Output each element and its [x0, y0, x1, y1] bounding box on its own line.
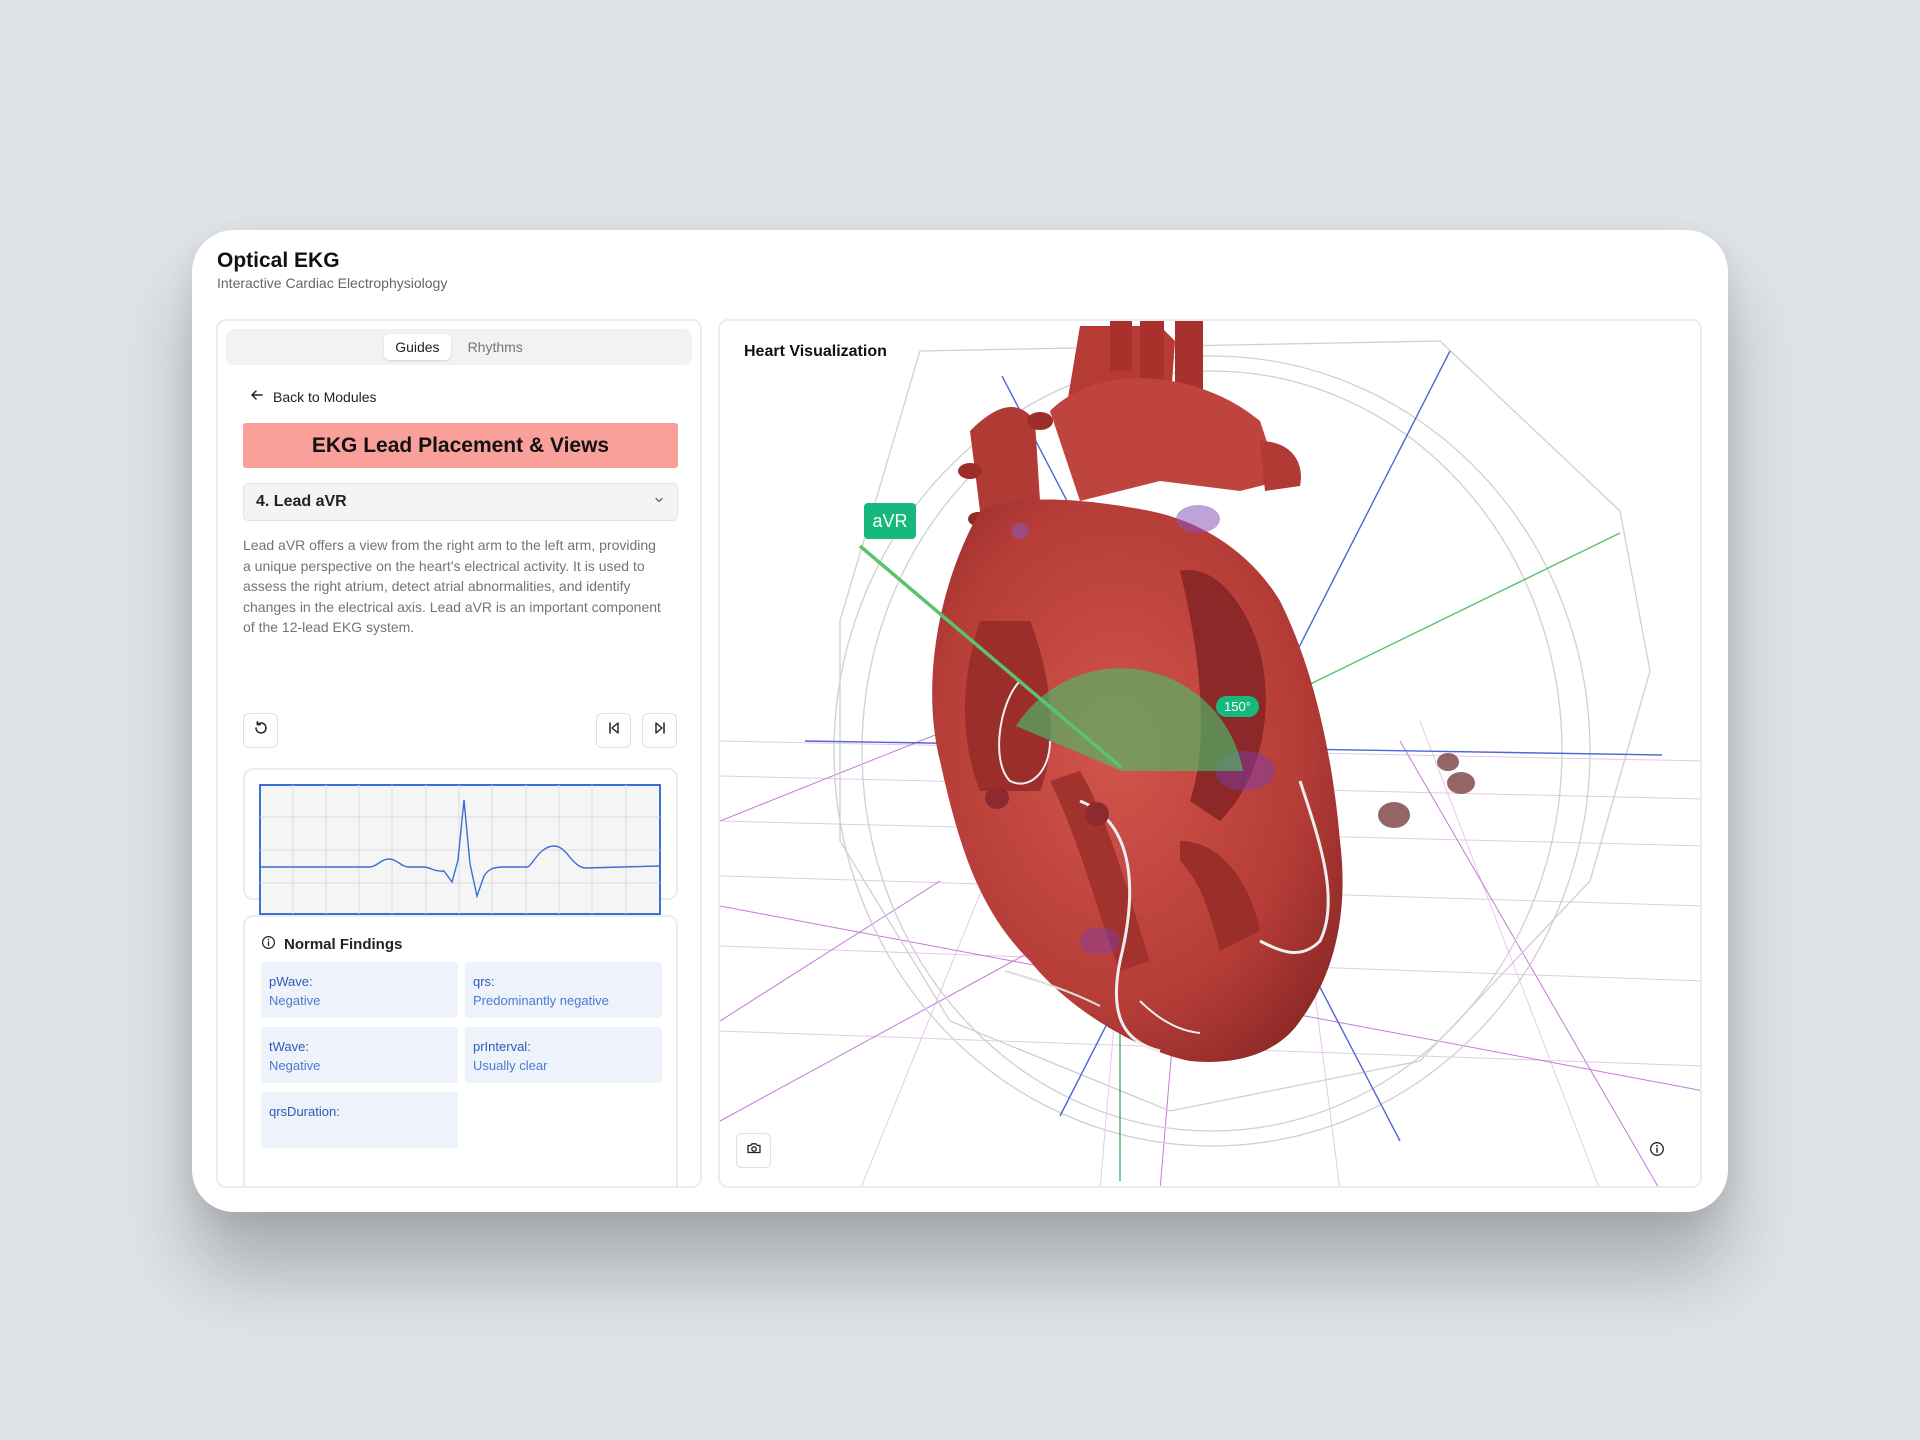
- finding-key: qrsDuration:: [269, 1104, 340, 1119]
- finding-key: pWave:: [269, 974, 313, 989]
- app-title: Optical EKG: [217, 249, 340, 272]
- screenshot-button[interactable]: [736, 1133, 771, 1168]
- angle-badge: 150°: [1216, 696, 1259, 717]
- previous-button[interactable]: [596, 713, 631, 748]
- finding-value: Negative: [269, 993, 321, 1008]
- tab-guides[interactable]: Guides: [384, 334, 451, 360]
- lead-select-value: 4. Lead aVR: [256, 493, 347, 510]
- tab-rhythms[interactable]: Rhythms: [457, 334, 534, 360]
- visualization-title: Heart Visualization: [744, 343, 887, 360]
- lead-description: Lead aVR offers a view from the right ar…: [243, 537, 661, 635]
- findings-heading: Normal Findings: [261, 935, 402, 954]
- back-to-modules-link[interactable]: Back to Modules: [250, 388, 377, 405]
- ekg-waveform-card: [243, 768, 678, 915]
- skip-forward-icon: [652, 720, 668, 741]
- finding-key: tWave:: [269, 1039, 309, 1054]
- lead-label-badge: aVR: [864, 503, 916, 539]
- finding-twave: tWave: Negative: [261, 1027, 458, 1083]
- next-button[interactable]: [642, 713, 677, 748]
- arrow-left-icon: [250, 388, 264, 405]
- finding-pwave: pWave: Negative: [261, 962, 458, 1018]
- app-window: Optical EKG Interactive Cardiac Electrop…: [192, 230, 1728, 1212]
- normal-findings-card: Normal Findings pWave: Negative qrs: Pre…: [243, 915, 678, 1186]
- chevron-down-icon: [653, 493, 665, 511]
- module-title: EKG Lead Placement & Views: [243, 423, 678, 468]
- camera-icon: [746, 1140, 762, 1161]
- app-subtitle: Interactive Cardiac Electrophysiology: [217, 275, 448, 291]
- rotate-ccw-icon: [253, 720, 269, 741]
- finding-value: Negative: [269, 1058, 321, 1073]
- info-icon: [1649, 1141, 1665, 1162]
- heart-3d-viewport[interactable]: [720, 321, 1702, 1188]
- electrode-markers: [1378, 753, 1475, 828]
- guide-panel: Guides Rhythms Back to Modules EKG Lead …: [216, 319, 702, 1188]
- findings-heading-label: Normal Findings: [284, 936, 403, 953]
- skip-back-icon: [606, 720, 622, 741]
- ekg-waveform-chart: [259, 784, 661, 915]
- back-link-label: Back to Modules: [273, 388, 377, 405]
- tab-bar: Guides Rhythms: [226, 329, 692, 365]
- lead-select[interactable]: 4. Lead aVR: [243, 483, 678, 521]
- finding-value: Predominantly negative: [473, 993, 609, 1008]
- finding-qrsduration: qrsDuration:: [261, 1092, 458, 1148]
- finding-qrs: qrs: Predominantly negative: [465, 962, 662, 1018]
- finding-key: prInterval:: [473, 1039, 531, 1054]
- finding-value: Usually clear: [473, 1058, 548, 1073]
- reset-button[interactable]: [243, 713, 278, 748]
- finding-printerval: prInterval: Usually clear: [465, 1027, 662, 1083]
- info-button[interactable]: [1647, 1141, 1667, 1161]
- heart-visualization-panel: Heart Visualization aVR 150°: [718, 319, 1702, 1188]
- info-circle-icon: [261, 935, 276, 954]
- finding-key: qrs:: [473, 974, 495, 989]
